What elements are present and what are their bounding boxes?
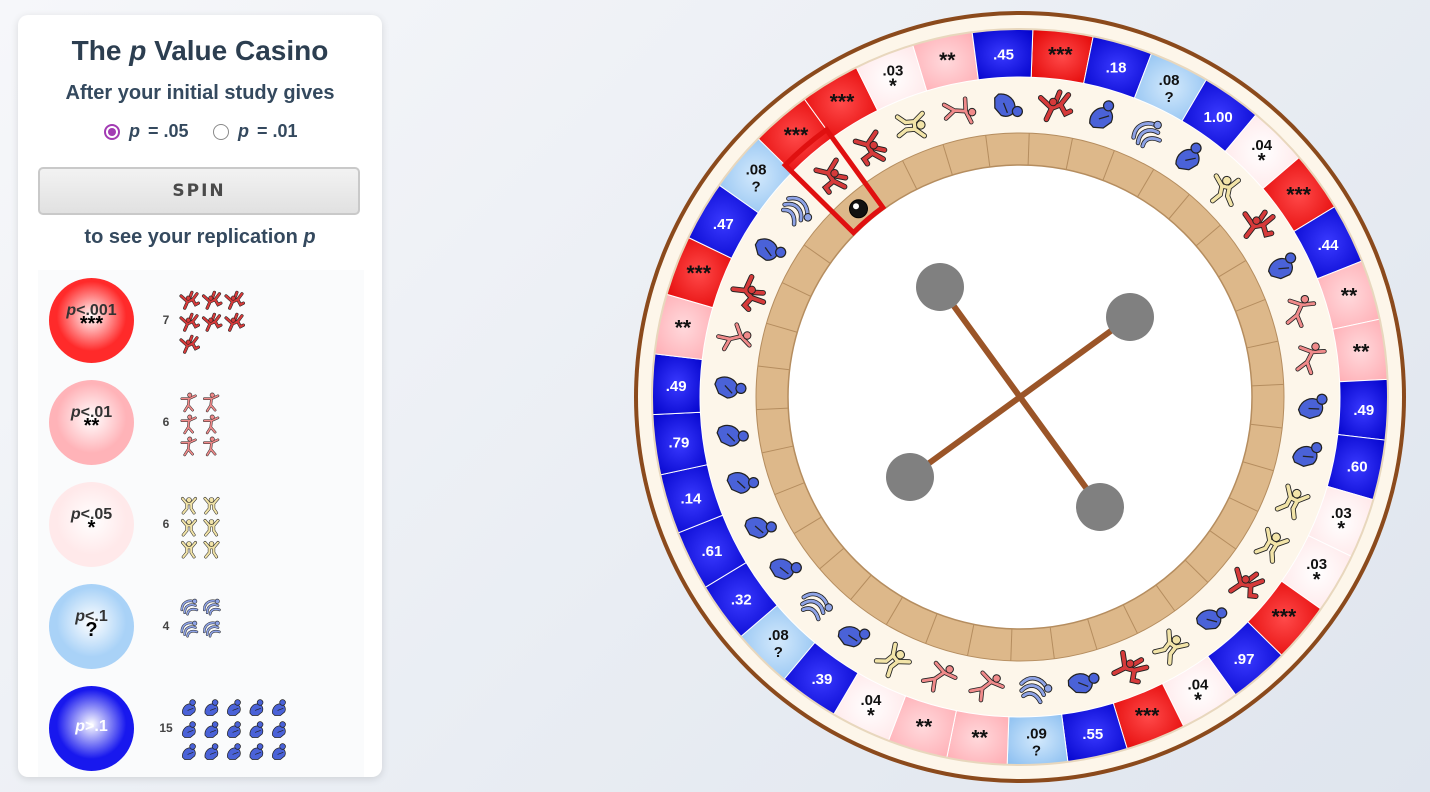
pocket-value-label: .08 [1159,72,1180,89]
pocket-value-label: .09 [1026,726,1047,743]
pocket-value-label: .49 [666,378,687,395]
pocket-value-label: .61 [702,543,723,560]
pocket-value-label: ** [1341,285,1358,308]
pocket-value-label: *** [1272,606,1297,629]
pocket-value-label: .18 [1106,60,1127,77]
pocket-value-label: .47 [713,216,734,233]
roulette-wheel: ***.18.08?1.00.04****.44****.49.60.03*.0… [634,11,1406,783]
pocket-value-label: *** [1048,43,1073,66]
pocket-significance-mark: * [1337,518,1345,540]
pocket-value-label: .97 [1234,651,1255,668]
pocket-significance-mark: * [1258,150,1266,172]
pocket-significance-mark: ? [1165,89,1174,106]
pocket-value-label: ** [1353,340,1370,363]
pocket-value-label: *** [830,91,855,114]
pocket-significance-mark: * [1194,689,1202,711]
pocket-value-label: .49 [1353,402,1374,419]
spinner-knob [1106,293,1154,341]
pocket-significance-mark: * [889,75,897,97]
pocket-value-label: .44 [1318,237,1340,254]
pocket-value-label: .60 [1347,458,1368,475]
pocket-value-label: .79 [668,435,689,452]
pocket-value-label: *** [686,262,711,285]
pocket-value-label: 1.00 [1203,109,1232,126]
pocket-value-label: *** [1286,183,1311,206]
pocket-value-label: ** [939,49,956,72]
pocket-significance-mark: * [867,705,875,727]
pocket-value-label: .55 [1082,726,1103,743]
pocket-significance-mark: ? [774,644,783,661]
pocket-significance-mark: ? [1032,743,1041,760]
roulette-ball [849,199,869,219]
pocket-value-label: .32 [731,592,752,609]
ball-highlight [853,203,860,210]
pocket-value-label: .39 [811,671,832,688]
pocket-value-label: *** [1135,705,1160,728]
spinner-knob [1076,483,1124,531]
pocket-value-label: .45 [993,46,1014,63]
spinner-knob [886,453,934,501]
pocket-value-label: ** [916,715,933,738]
pocket-value-label: ** [675,317,692,340]
pocket-significance-mark: * [1313,569,1321,591]
spinner-knob [916,263,964,311]
pocket-value-label: .08 [768,627,789,644]
pocket-value-label: .14 [681,490,703,507]
pocket-value-label: ** [971,727,988,750]
pocket-value-label: .08 [746,161,767,178]
pocket-significance-mark: ? [751,178,760,195]
